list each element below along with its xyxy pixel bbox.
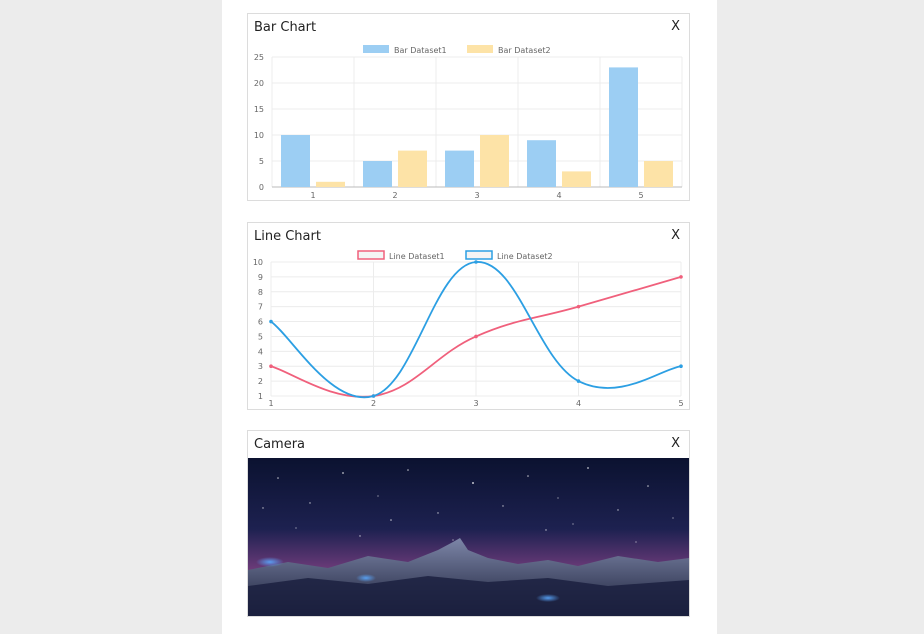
bar-chart: Bar Dataset1 Bar Dataset2 0 5 10 15 20 25 1 2 3 4 5 [254, 45, 683, 200]
y-tick-label: 1 [258, 392, 263, 401]
x-tick-label: 5 [678, 399, 683, 408]
data-point [269, 364, 273, 369]
bar [363, 161, 392, 187]
bar [445, 150, 474, 187]
y-tick-label: 10 [253, 258, 263, 267]
y-tick-label: 10 [254, 131, 264, 140]
legend-swatch [465, 250, 493, 260]
y-tick-label: 15 [254, 105, 264, 114]
legend-swatch [467, 45, 493, 53]
close-button[interactable]: X [671, 436, 680, 451]
bar-chart-card: Bar Chart X Bar Dataset1 Bar Dataset2 0 5 10… [247, 13, 690, 201]
dashboard-page: Bar Chart X Bar Dataset1 Bar Dataset2 0 5 10… [222, 0, 717, 634]
x-tick-label: 2 [392, 191, 397, 200]
x-tick-label: 2 [371, 399, 376, 408]
camera-card: Camera X [247, 430, 690, 617]
y-tick-label: 8 [258, 288, 263, 297]
bar [609, 67, 638, 187]
legend-swatch [363, 45, 389, 53]
data-point [576, 379, 581, 383]
bar [281, 135, 310, 187]
y-tick-label: 4 [258, 347, 263, 356]
y-tick-label: 0 [259, 183, 264, 192]
y-tick-label: 5 [259, 157, 264, 166]
x-tick-label: 4 [576, 399, 581, 408]
y-tick-label: 20 [254, 79, 264, 88]
x-tick-label: 4 [556, 191, 561, 200]
y-tick-label: 2 [258, 377, 263, 386]
legend-swatch [357, 250, 385, 260]
y-tick-label: 9 [258, 273, 263, 282]
line-chart: Line Dataset1 Line Dataset2 1 2 3 4 5 6 7 8 9 10 1 2 3… [253, 250, 684, 408]
y-tick-label: 6 [258, 318, 263, 327]
y-tick-label: 25 [254, 53, 264, 62]
x-tick-label: 5 [638, 191, 643, 200]
bar [527, 140, 556, 187]
y-tick-label: 7 [258, 303, 263, 312]
line-chart-card: Line Chart X Line Dataset1 Line Dataset2 1… [247, 222, 690, 410]
data-point [679, 364, 683, 369]
legend-label: Bar Dataset1 [394, 46, 447, 55]
camera-image [248, 458, 689, 616]
data-point [474, 260, 478, 264]
data-point [269, 319, 273, 324]
legend-label: Line Dataset1 [389, 252, 445, 261]
bar [562, 171, 591, 187]
data-point [576, 304, 581, 309]
data-point [371, 394, 376, 398]
y-tick-label: 3 [258, 362, 263, 371]
bar [644, 161, 673, 187]
legend-label: Line Dataset2 [497, 252, 553, 261]
card-title: Camera [254, 437, 306, 452]
bar [316, 181, 345, 187]
bar [398, 150, 427, 187]
data-point [474, 334, 478, 339]
x-tick-label: 3 [474, 191, 479, 200]
data-point [679, 275, 683, 279]
y-tick-label: 5 [258, 332, 263, 341]
x-tick-label: 3 [473, 399, 478, 408]
legend-label: Bar Dataset2 [498, 46, 551, 55]
bar [480, 135, 509, 187]
x-tick-label: 1 [268, 399, 273, 408]
x-tick-label: 1 [310, 191, 315, 200]
